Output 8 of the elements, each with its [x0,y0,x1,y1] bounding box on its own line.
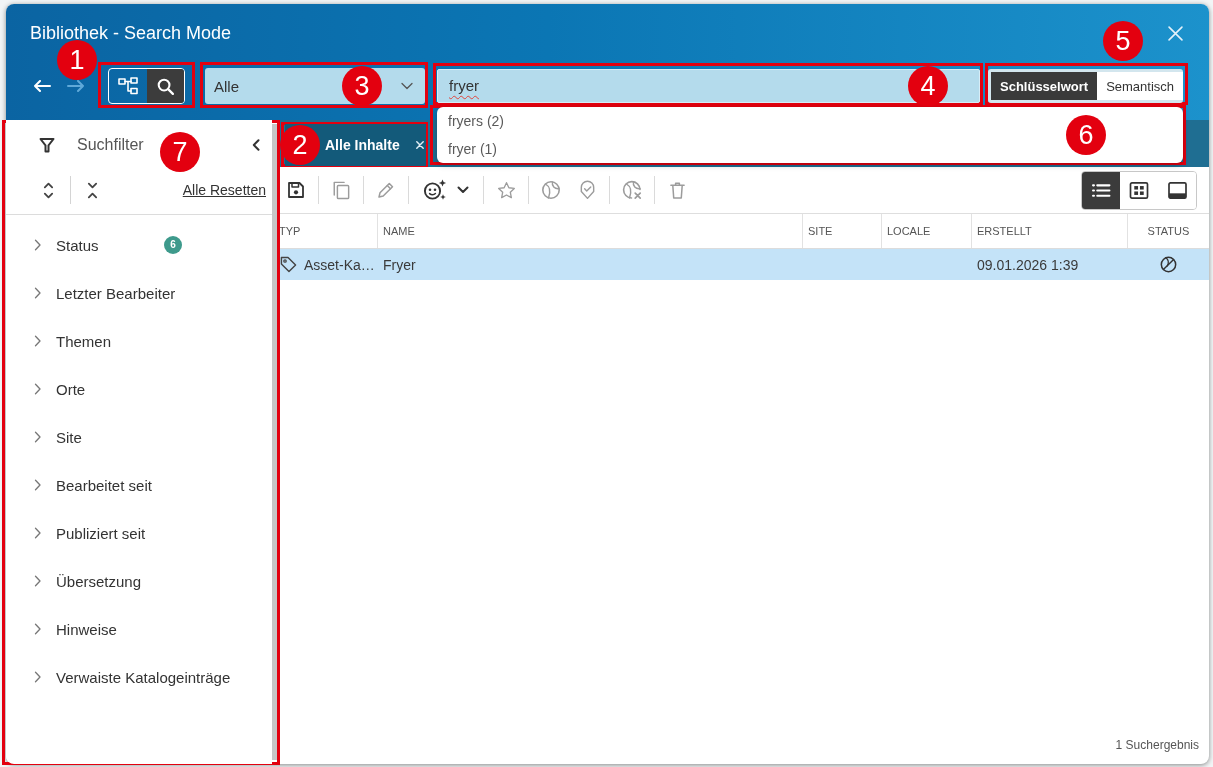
sidebar-title: Suchfilter [77,136,144,154]
table-cell-text: 09.01.2026 1:39 [976,255,1080,275]
callout-marker: 1 [57,40,97,80]
table-cell: Asset-Ka… [304,256,375,273]
count-badge: 6 [164,236,182,254]
table-cell-text: Fryer [382,255,417,275]
result-count: 1 Suchergebnis [1115,738,1199,752]
callout-marker: 5 [1103,21,1143,61]
